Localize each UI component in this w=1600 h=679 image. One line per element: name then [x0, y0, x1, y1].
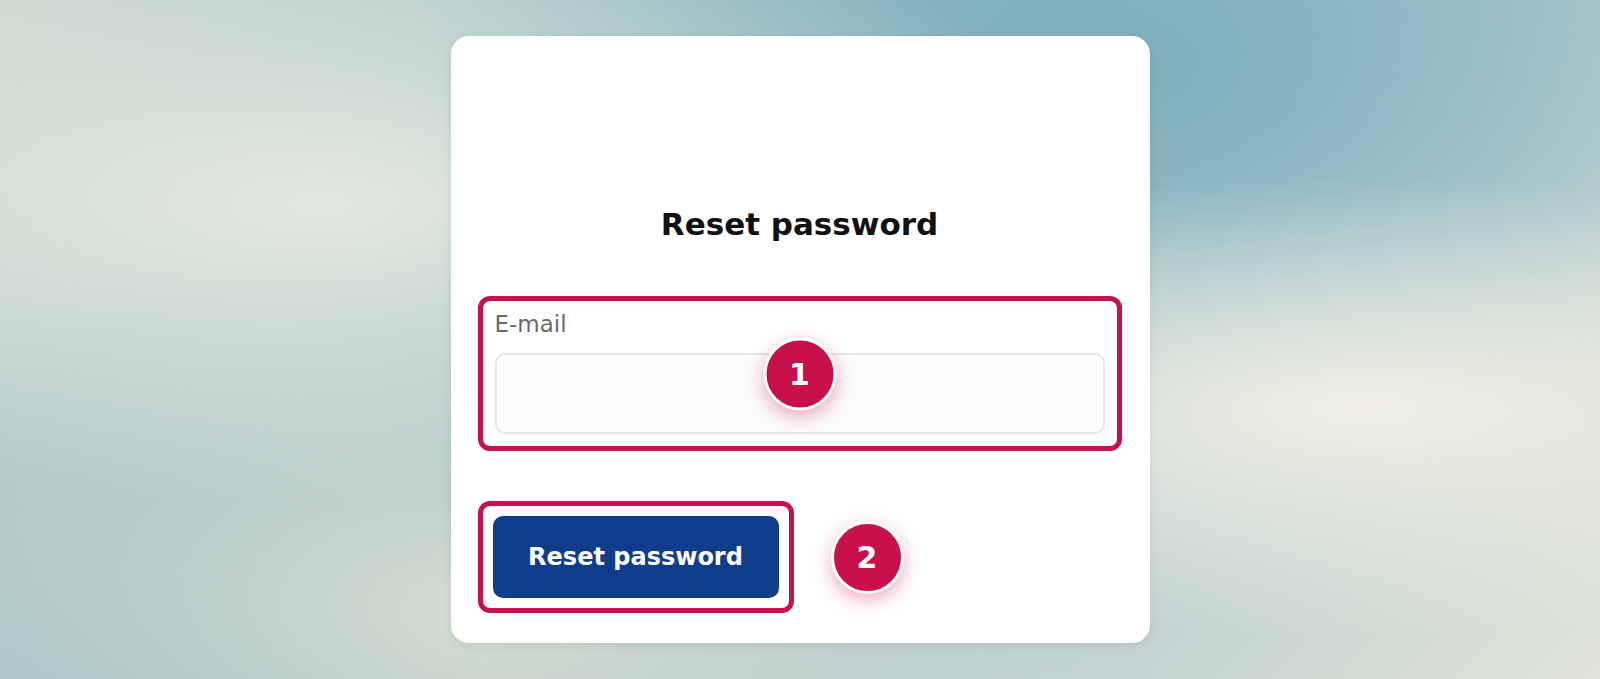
card-title: Reset password — [478, 206, 1122, 242]
page-background: Reset password E-mail1 Reset password 2 — [0, 0, 1600, 679]
button-row: Reset password 2 — [478, 501, 1122, 613]
email-highlight: E-mail1 — [478, 296, 1122, 451]
reset-password-button[interactable]: Reset password — [493, 516, 779, 598]
reset-card: Reset password E-mail1 Reset password 2 — [451, 36, 1150, 643]
email-label: E-mail — [495, 309, 1105, 339]
button-highlight: Reset password — [478, 501, 794, 613]
step-badge: 1 — [763, 337, 836, 410]
step-badge: 2 — [831, 521, 904, 594]
